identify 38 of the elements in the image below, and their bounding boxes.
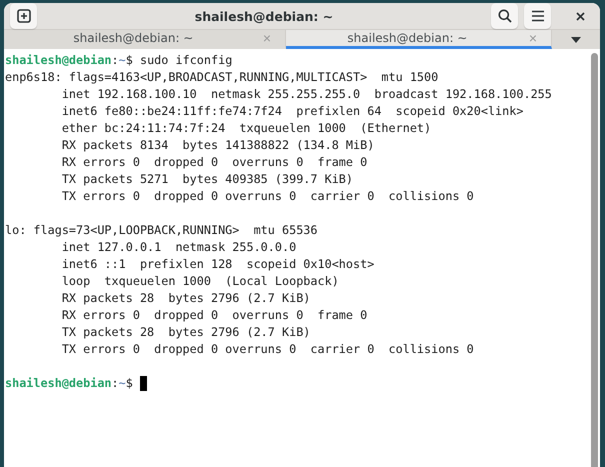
output-line: RX packets 28 bytes 2796 (2.7 KiB)	[60, 290, 312, 307]
menu-button[interactable]	[524, 3, 551, 29]
close-icon	[576, 12, 585, 20]
output-line: inet 192.168.100.10 netmask 255.255.255.0 broadcast 192.168.100.255	[60, 86, 553, 103]
prompt-path: ~	[118, 375, 126, 392]
output-line: TX packets 5271 bytes 409385 (399.7 KiB)	[60, 171, 354, 188]
new-tab-button[interactable]	[10, 3, 37, 29]
prompt-separator: :	[112, 52, 119, 69]
command-text: sudo ifconfig	[138, 52, 232, 69]
output-line: lo: flags=73<UP,LOOPBACK,RUNNING> mtu 65536	[5, 222, 319, 239]
output-line: enp6s18: flags=4163<UP,BROADCAST,RUNNING,MULTICAST> mtu 1500	[5, 69, 440, 86]
prompt-user: shailesh@debian	[5, 52, 112, 69]
tab-label: shailesh@debian: ~	[72, 31, 194, 45]
prompt-symbol: $	[126, 52, 133, 69]
prompt-path: ~	[118, 52, 126, 69]
search-icon	[498, 9, 512, 23]
scrollbar-thumb[interactable]	[590, 53, 598, 467]
output-line: TX errors 0 dropped 0 overruns 0 carrier 0 collisions 0	[60, 341, 475, 358]
search-button[interactable]	[491, 3, 518, 29]
output-line: loop txqueuelen 1000 (Local Loopback)	[60, 273, 340, 290]
prompt-user: shailesh@debian	[5, 375, 112, 392]
caret-icon	[571, 36, 581, 42]
menu-icon	[530, 10, 544, 22]
output-line: inet6 ::1 prefixlen 128 scopeid 0x10<host>	[60, 256, 376, 273]
tab[interactable]: shailesh@debian: ~ ×	[286, 30, 552, 49]
plus-box-icon	[16, 9, 30, 23]
prompt-separator: :	[112, 375, 119, 392]
window-title: shailesh@debian: ~	[194, 8, 334, 24]
output-line: inet6 fe80::be24:11ff:fe74:7f24 prefixlen 64 scopeid 0x20<link>	[60, 103, 524, 120]
output-line: TX packets 28 bytes 2796 (2.7 KiB)	[60, 324, 312, 341]
tab-label: shailesh@debian: ~	[346, 31, 468, 45]
output-line: inet 127.0.0.1 netmask 255.0.0.0	[60, 239, 298, 256]
output-line: ether bc:24:11:74:7f:24 txqueuelen 1000 (Ethernet)	[60, 120, 432, 137]
output-line: RX errors 0 dropped 0 overruns 0 frame 0	[60, 307, 368, 324]
output-line: RX errors 0 dropped 0 overruns 0 frame 0	[60, 154, 368, 171]
prompt-symbol: $	[126, 375, 133, 392]
output-line: TX errors 0 dropped 0 overruns 0 carrier 0 collisions 0	[60, 188, 475, 205]
output-line: RX packets 8134 bytes 141388822 (134.8 MiB)	[60, 137, 376, 154]
